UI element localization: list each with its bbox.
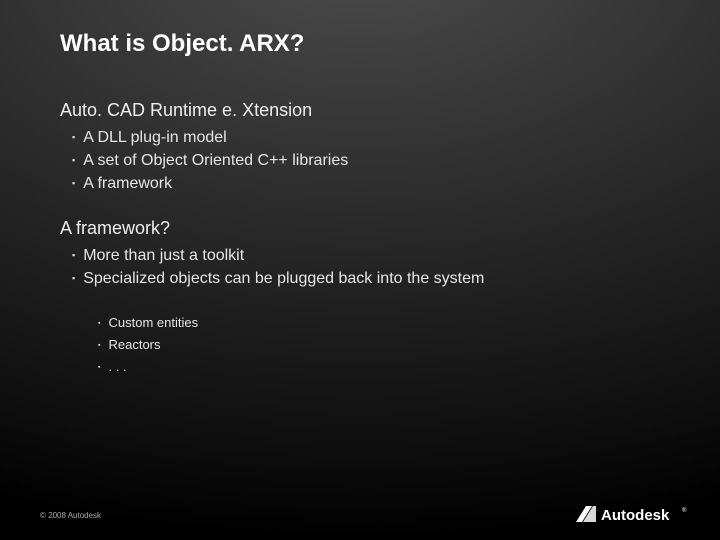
sublist-item: Reactors xyxy=(60,335,680,357)
section-list-0: A DLL plug-in model A set of Object Orie… xyxy=(60,127,680,196)
slide: What is Object. ARX? Auto. CAD Runtime e… xyxy=(0,0,720,540)
section-heading-0: Auto. CAD Runtime e. Xtension xyxy=(60,100,680,121)
slide-title: What is Object. ARX? xyxy=(60,30,304,58)
sublist-item: . . . xyxy=(60,357,680,379)
list-item: A framework xyxy=(60,173,680,196)
section-heading-1: A framework? xyxy=(60,218,680,239)
list-item: More than just a toolkit xyxy=(60,245,680,268)
copyright: © 2008 Autodesk xyxy=(40,511,101,520)
section-list-1: More than just a toolkit Specialized obj… xyxy=(60,245,680,291)
list-item: A set of Object Oriented C++ libraries xyxy=(60,150,680,173)
autodesk-logo: Autodesk ® xyxy=(574,504,692,526)
section-sublist-1: Custom entities Reactors . . . xyxy=(60,313,680,379)
list-item: A DLL plug-in model xyxy=(60,127,680,150)
svg-text:®: ® xyxy=(682,507,687,514)
logo-text: Autodesk xyxy=(601,507,670,524)
sublist-item: Custom entities xyxy=(60,313,680,335)
list-item: Specialized objects can be plugged back … xyxy=(60,268,680,291)
slide-body: Auto. CAD Runtime e. Xtension A DLL plug… xyxy=(60,100,680,401)
